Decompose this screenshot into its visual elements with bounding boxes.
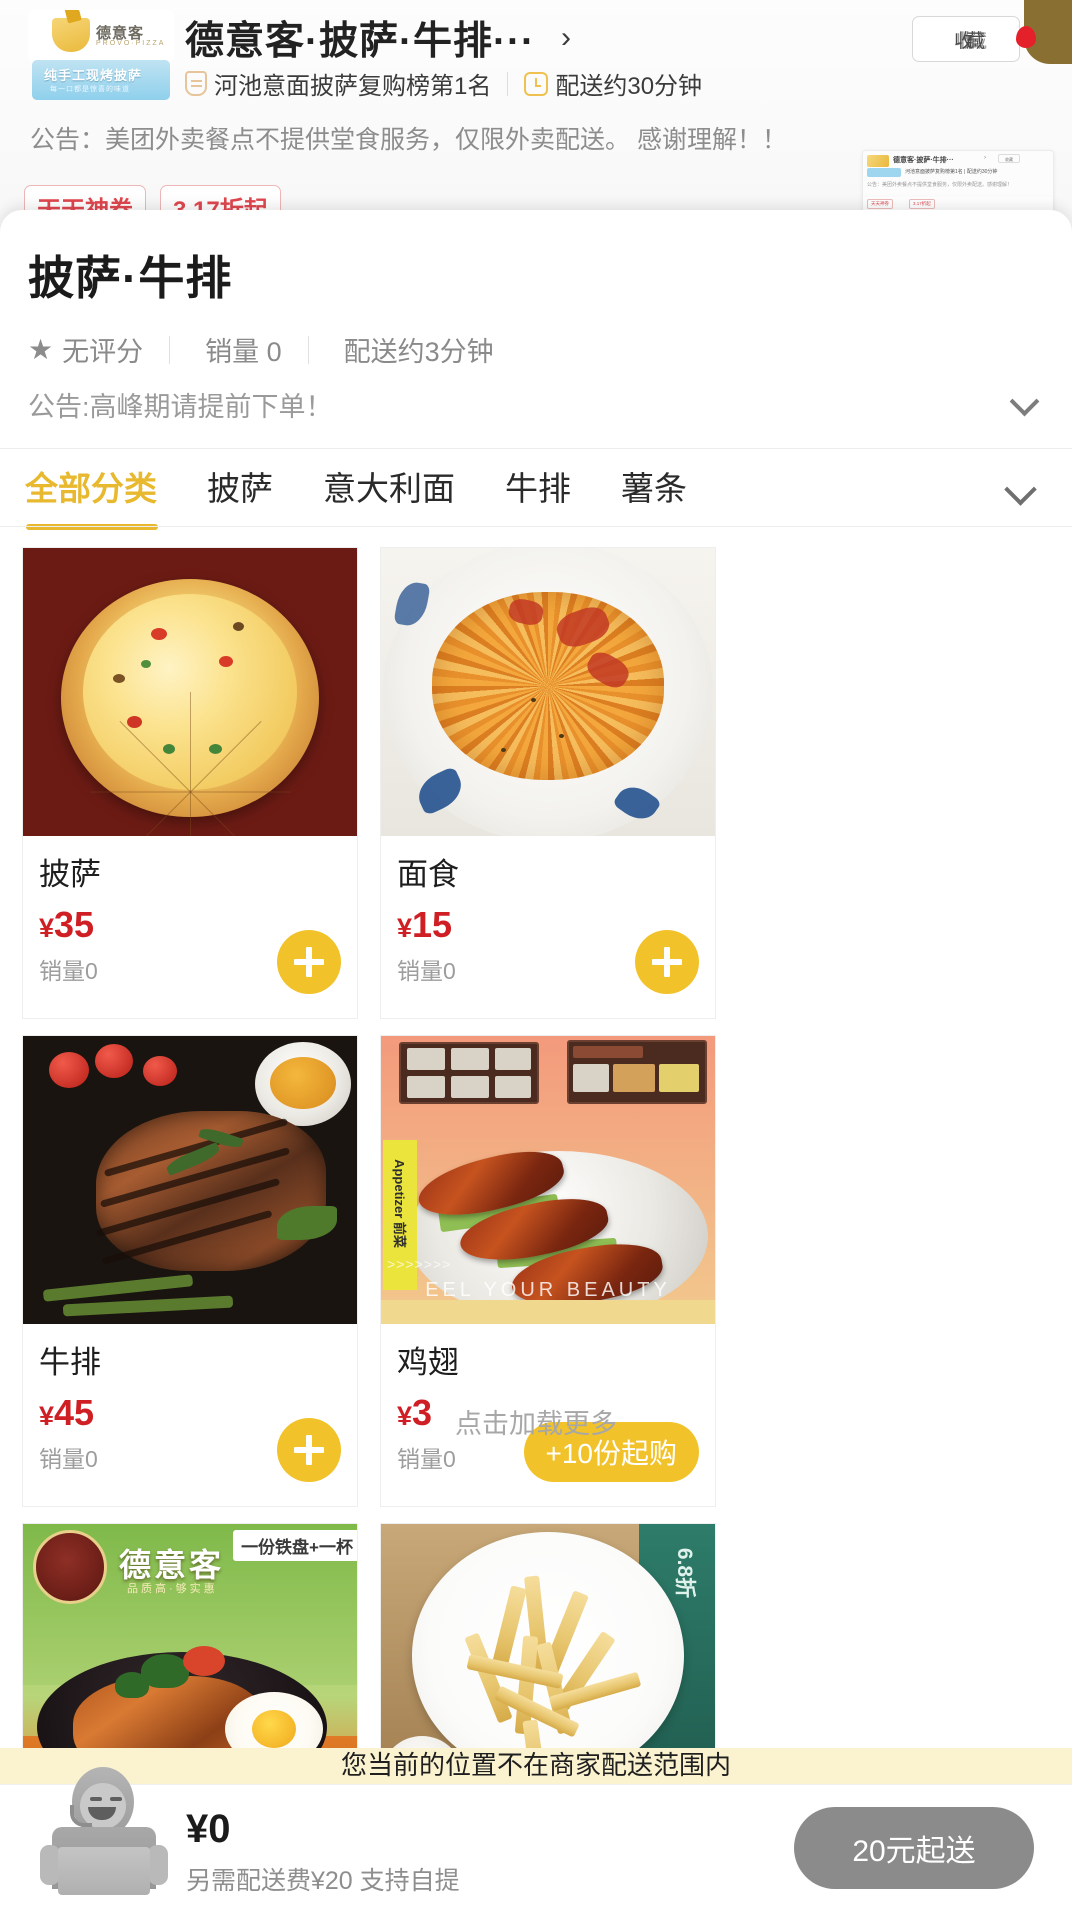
tab-fries[interactable]: 薯条 [621, 462, 687, 514]
currency-symbol: ¥ [397, 913, 413, 943]
wings-chevron-decor: >>>>>>> [387, 1256, 452, 1272]
cart-total-price: ¥0 [186, 1807, 231, 1851]
category-tab-bar: 全部分类 披萨 意大利面 牛排 薯条 [0, 449, 1072, 530]
cart-fee-note: 另需配送费¥20 支持自提 [186, 1867, 460, 1895]
delivery-estimate: 配送约3分钟 [343, 337, 494, 367]
preview-header: 德意客·披萨·牛排··· › 收藏 河池意面披萨复购榜第1名 | 配送约30分钟… [863, 151, 1053, 197]
product-grid: 披萨 ¥35 销量0 面食 ¥15 销量0 牛排 ¥45 销量0 Appetiz… [0, 527, 1072, 1912]
product-image-chicken-wings: Appetizer 前菜 >>>>>>> EEL YOUR BEAUTY [381, 1036, 715, 1324]
discount-board-text: 6.8折 [673, 1547, 697, 1599]
logo-banner: 纯手工现烤披萨 每一口都是惊喜的味道 [32, 60, 170, 100]
shop-page: 德意客 PROVO·PIZZA 纯手工现烤披萨 每一口都是惊喜的味道 德意客·披… [0, 0, 1072, 1912]
meta-divider [507, 71, 509, 96]
combo-ribbon-text: 一份铁盘+一杯 [233, 1530, 357, 1561]
preview-title: 德意客·披萨·牛排··· [893, 157, 954, 164]
shop-announcement[interactable]: 公告：美团外卖餐点不提供堂食服务，仅限外卖配送。 感谢理解！！ [30, 120, 820, 156]
shop-title-row[interactable]: 德意客·披萨·牛排··· › [185, 10, 571, 66]
shop-logo[interactable]: 德意客 PROVO·PIZZA 纯手工现烤披萨 每一口都是惊喜的味道 [28, 8, 174, 100]
shop-rank-text: 河池意面披萨复购榜第1名 [214, 73, 492, 100]
meta-divider [307, 335, 309, 364]
sheet-meta-row: ★ 无评分 销量 0 配送约3分钟 [28, 330, 494, 369]
price-value: 35 [54, 904, 95, 945]
price-value: 15 [412, 904, 453, 945]
product-card[interactable]: 面食 ¥15 销量0 [380, 547, 716, 1019]
logo-emblem: 德意客 PROVO·PIZZA [28, 10, 174, 62]
product-card[interactable]: 披萨 ¥35 销量0 [22, 547, 358, 1019]
favorite-label: 收藏 [953, 30, 985, 52]
tab-all-categories[interactable]: 全部分类 [25, 462, 158, 530]
brand-seal-icon [33, 1530, 107, 1604]
product-info: 披萨 ¥35 销量0 [23, 836, 357, 1018]
add-to-cart-button[interactable] [277, 930, 341, 994]
preview-favorite-button: 收藏 [998, 154, 1020, 163]
product-image-pasta [381, 548, 715, 836]
brand-sub-text: 品质高·够实惠 [127, 1583, 218, 1595]
logo-cup-icon [52, 18, 90, 52]
logo-subtitle: PROVO·PIZZA [96, 40, 166, 47]
meta-divider [169, 335, 171, 364]
shop-delivery-time: 配送约30分钟 [555, 73, 703, 100]
notification-dot-badge [1016, 26, 1036, 48]
tab-pizza[interactable]: 披萨 [207, 462, 273, 514]
product-name: 面食 [397, 857, 459, 892]
courier-avatar-icon [36, 1761, 172, 1912]
logo-banner-main: 纯手工现烤披萨 [44, 68, 143, 83]
product-name: 披萨 [39, 857, 101, 892]
product-name: 鸡翅 [397, 1345, 459, 1380]
wings-bottom-band [381, 1300, 715, 1324]
logo-banner-sub: 每一口都是惊喜的味道 [50, 86, 130, 93]
page-title: 披萨·牛排 [28, 252, 233, 304]
star-icon: ★ [28, 333, 54, 365]
preview-tag: 天天神券 [867, 199, 893, 209]
category-detail-sheet: 披萨·牛排 ★ 无评分 销量 0 配送约3分钟 公告:高峰期请提前下单！ 全部分… [0, 210, 1072, 1912]
product-name: 牛排 [39, 1345, 101, 1380]
store-notice[interactable]: 公告:高峰期请提前下单！ [28, 385, 333, 424]
wings-bottom-text: EEL YOUR BEAUTY [425, 1279, 671, 1301]
rank-badge-icon [185, 71, 207, 96]
rating-value: 无评分 [62, 337, 144, 367]
load-more-label[interactable]: 点击加载更多 [0, 1402, 1072, 1441]
tab-steak[interactable]: 牛排 [505, 462, 571, 514]
product-image-pizza [23, 548, 357, 836]
product-info: 面食 ¥15 销量0 [381, 836, 715, 1018]
preview-logo-icon [867, 155, 889, 167]
sales-count: 销量 0 [205, 337, 282, 367]
preview-announcement: 公告：美团外卖餐点不提供堂食服务，仅限外卖配送。感谢理解！ [867, 182, 1013, 188]
product-image-steak [23, 1036, 357, 1324]
shop-title: 德意客·披萨·牛排··· [185, 20, 535, 63]
chevron-right-icon[interactable]: › [561, 21, 571, 55]
chevron-down-icon[interactable] [1006, 475, 1036, 505]
favorite-button[interactable]: 收藏 [912, 16, 1020, 62]
checkout-button-label: 20元起送 [852, 1835, 976, 1868]
add-to-cart-button[interactable] [635, 930, 699, 994]
appetizer-side-label-text: Appetizer 前菜 [392, 1158, 407, 1248]
checkout-button[interactable]: 20元起送 [794, 1807, 1034, 1889]
cart-bottom-bar: ¥0 另需配送费¥20 支持自提 20元起送 [0, 1767, 1072, 1912]
preview-banner [867, 168, 901, 177]
shop-meta-row: 河池意面披萨复购榜第1名 配送约30分钟 [185, 66, 702, 101]
clock-icon [524, 71, 549, 96]
tab-pasta[interactable]: 意大利面 [323, 462, 455, 514]
currency-symbol: ¥ [39, 913, 55, 943]
preview-meta-line: 河池意面披萨复购榜第1名 | 配送约30分钟 [905, 169, 998, 175]
preview-tag: 3.17折起 [909, 199, 935, 209]
preview-chevron-right-icon: › [984, 155, 986, 161]
chevron-down-icon[interactable] [1012, 388, 1038, 414]
